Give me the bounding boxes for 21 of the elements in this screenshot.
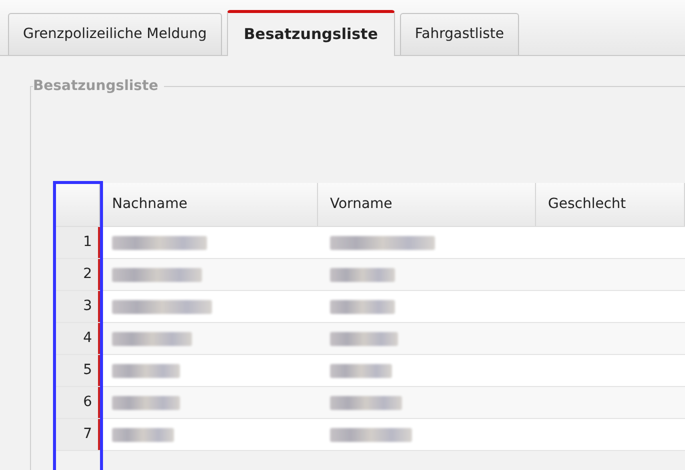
- row-number: 4: [55, 323, 100, 354]
- column-header[interactable]: Nachname: [100, 183, 318, 226]
- blurred-text: [112, 428, 174, 442]
- blurred-text: [330, 364, 392, 378]
- row-number: 2: [55, 259, 100, 290]
- blurred-text: [330, 300, 395, 314]
- row-number: 6: [55, 387, 100, 418]
- blurred-text: [330, 268, 395, 282]
- tab[interactable]: Besatzungsliste: [226, 10, 395, 56]
- blurred-text: [112, 364, 180, 378]
- blurred-text: [330, 332, 398, 346]
- row-number: 1: [55, 227, 100, 258]
- tab[interactable]: Fahrgastliste: [400, 13, 520, 55]
- row-number: 7: [55, 419, 100, 450]
- blurred-text: [330, 396, 402, 410]
- row-number: 5: [55, 355, 100, 386]
- tab[interactable]: Grenzpolizeiliche Meldung: [8, 13, 222, 55]
- blurred-text: [112, 396, 180, 410]
- column-header[interactable]: Vorname: [318, 183, 536, 226]
- column-header[interactable]: Geschlecht: [536, 183, 685, 226]
- row-number: 3: [55, 291, 100, 322]
